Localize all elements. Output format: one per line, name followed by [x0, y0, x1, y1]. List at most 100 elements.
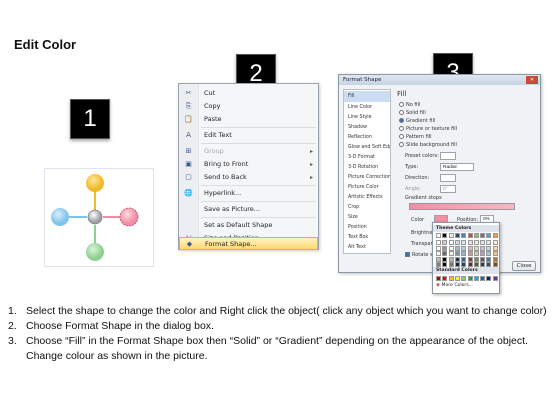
fill-option-gradient[interactable]: Gradient fill	[399, 118, 435, 124]
color-swatch[interactable]	[492, 245, 498, 251]
menu-item-format-shape[interactable]: ◆ Format Shape...	[179, 237, 318, 250]
color-swatch[interactable]	[486, 245, 492, 251]
color-swatch[interactable]	[454, 276, 460, 281]
color-swatch[interactable]	[442, 233, 448, 238]
cut-icon: ✂	[185, 89, 192, 97]
color-swatch[interactable]	[448, 276, 454, 281]
color-swatch[interactable]	[442, 276, 448, 281]
color-swatch[interactable]	[473, 233, 479, 238]
color-swatch[interactable]	[473, 245, 479, 251]
instructions: 1. Select the shape to change the color a…	[8, 304, 556, 364]
color-swatch[interactable]	[448, 240, 454, 245]
color-swatch[interactable]	[480, 256, 486, 262]
color-swatch[interactable]	[461, 233, 467, 238]
color-swatch[interactable]	[461, 276, 467, 281]
color-swatch[interactable]	[454, 251, 460, 256]
fill-option-picture[interactable]: Picture or texture fill	[399, 126, 457, 132]
color-swatch[interactable]	[473, 256, 479, 262]
menu-item-bring-to-front[interactable]: ▣ Bring to Front ▸	[179, 158, 318, 171]
color-swatch[interactable]	[492, 256, 498, 262]
color-swatch[interactable]	[486, 256, 492, 262]
menu-item-send-to-back[interactable]: ▢ Send to Back ▸	[179, 171, 318, 184]
gradient-stops-bar[interactable]	[409, 203, 515, 210]
category-fill[interactable]: Fill	[344, 91, 390, 102]
close-icon[interactable]: ✕	[526, 76, 538, 84]
color-swatch[interactable]	[480, 240, 486, 245]
color-swatch[interactable]	[454, 256, 460, 262]
color-swatch[interactable]	[467, 251, 473, 256]
color-swatch[interactable]	[436, 276, 441, 281]
fill-option-pattern[interactable]: Pattern fill	[399, 134, 432, 140]
preset-colors-dropdown[interactable]	[440, 152, 456, 160]
color-swatch[interactable]	[467, 240, 473, 245]
fill-option-solid[interactable]: Solid fill	[399, 110, 426, 116]
color-swatch[interactable]	[492, 233, 498, 238]
color-swatch[interactable]	[454, 240, 460, 245]
color-swatch[interactable]	[473, 276, 479, 281]
color-swatch[interactable]	[492, 240, 498, 245]
color-swatch[interactable]	[461, 240, 467, 245]
instruction-item: 1. Select the shape to change the color a…	[8, 305, 547, 317]
direction-dropdown[interactable]	[440, 174, 456, 182]
color-swatch[interactable]	[442, 251, 448, 256]
color-swatch[interactable]	[492, 276, 498, 281]
step-badge-1: 1	[70, 99, 110, 139]
color-swatch[interactable]	[467, 233, 473, 238]
color-swatch[interactable]	[480, 233, 486, 238]
color-swatch[interactable]	[480, 251, 486, 256]
format-shape-icon: ◆	[186, 240, 193, 248]
color-swatch[interactable]	[436, 256, 441, 262]
menu-item-set-default-shape[interactable]: Set as Default Shape	[179, 219, 318, 232]
color-swatch[interactable]	[467, 245, 473, 251]
color-swatch[interactable]	[467, 256, 473, 262]
direction-label: Direction:	[405, 175, 430, 181]
menu-item-paste[interactable]: 📋 Paste	[179, 113, 318, 126]
radio-icon	[399, 134, 404, 139]
color-swatch[interactable]	[492, 251, 498, 256]
menu-item-copy[interactable]: ⎘ Copy	[179, 100, 318, 113]
color-swatch[interactable]	[461, 256, 467, 262]
color-swatch[interactable]	[454, 245, 460, 251]
color-swatch[interactable]	[436, 233, 441, 238]
color-swatch[interactable]	[473, 240, 479, 245]
type-label: Type:	[405, 164, 419, 170]
menu-item-save-as-picture[interactable]: Save as Picture...	[179, 203, 318, 216]
color-swatch[interactable]	[480, 245, 486, 251]
color-swatch[interactable]	[448, 251, 454, 256]
color-swatch[interactable]	[486, 233, 492, 238]
color-swatch[interactable]	[448, 256, 454, 262]
color-swatch[interactable]	[448, 245, 454, 251]
menu-item-cut[interactable]: ✂ Cut	[179, 87, 318, 100]
color-swatch[interactable]	[486, 276, 492, 281]
hyperlink-icon: 🌐	[184, 189, 193, 197]
color-swatch[interactable]	[461, 245, 467, 251]
color-swatch[interactable]	[442, 240, 448, 245]
fill-option-slide-background[interactable]: Slide background fill	[399, 142, 457, 148]
close-button[interactable]: Close	[512, 261, 536, 271]
type-dropdown[interactable]: Radial	[440, 163, 474, 171]
color-swatch[interactable]	[448, 233, 454, 238]
color-swatch[interactable]	[473, 251, 479, 256]
category-alt-text[interactable]: Alt Text	[344, 242, 390, 253]
instruction-item: 3. Choose “Fill” in the Format Shape box …	[8, 335, 528, 362]
color-swatch[interactable]	[486, 240, 492, 245]
color-swatch[interactable]	[454, 233, 460, 238]
angle-input[interactable]: 0°	[440, 185, 456, 193]
color-label: Color	[411, 217, 425, 223]
color-swatch[interactable]	[486, 251, 492, 256]
color-swatch[interactable]	[467, 276, 473, 281]
color-swatch[interactable]	[442, 256, 448, 262]
color-swatch[interactable]	[436, 240, 441, 245]
color-swatch[interactable]	[480, 276, 486, 281]
fill-option-none[interactable]: No fill	[399, 102, 420, 108]
color-swatch[interactable]	[436, 245, 441, 251]
circle-top	[86, 174, 104, 192]
menu-item-edit-text[interactable]: A Edit Text	[179, 129, 318, 142]
color-swatch[interactable]	[436, 251, 441, 256]
color-swatch[interactable]	[442, 245, 448, 251]
menu-item-hyperlink[interactable]: 🌐 Hyperlink...	[179, 187, 318, 200]
chevron-right-icon: ▸	[309, 174, 313, 181]
menu-item-group[interactable]: ⊞ Group ▸	[179, 145, 318, 158]
more-colors-link[interactable]: ◉ More Colors...	[436, 283, 473, 288]
color-swatch[interactable]	[461, 251, 467, 256]
